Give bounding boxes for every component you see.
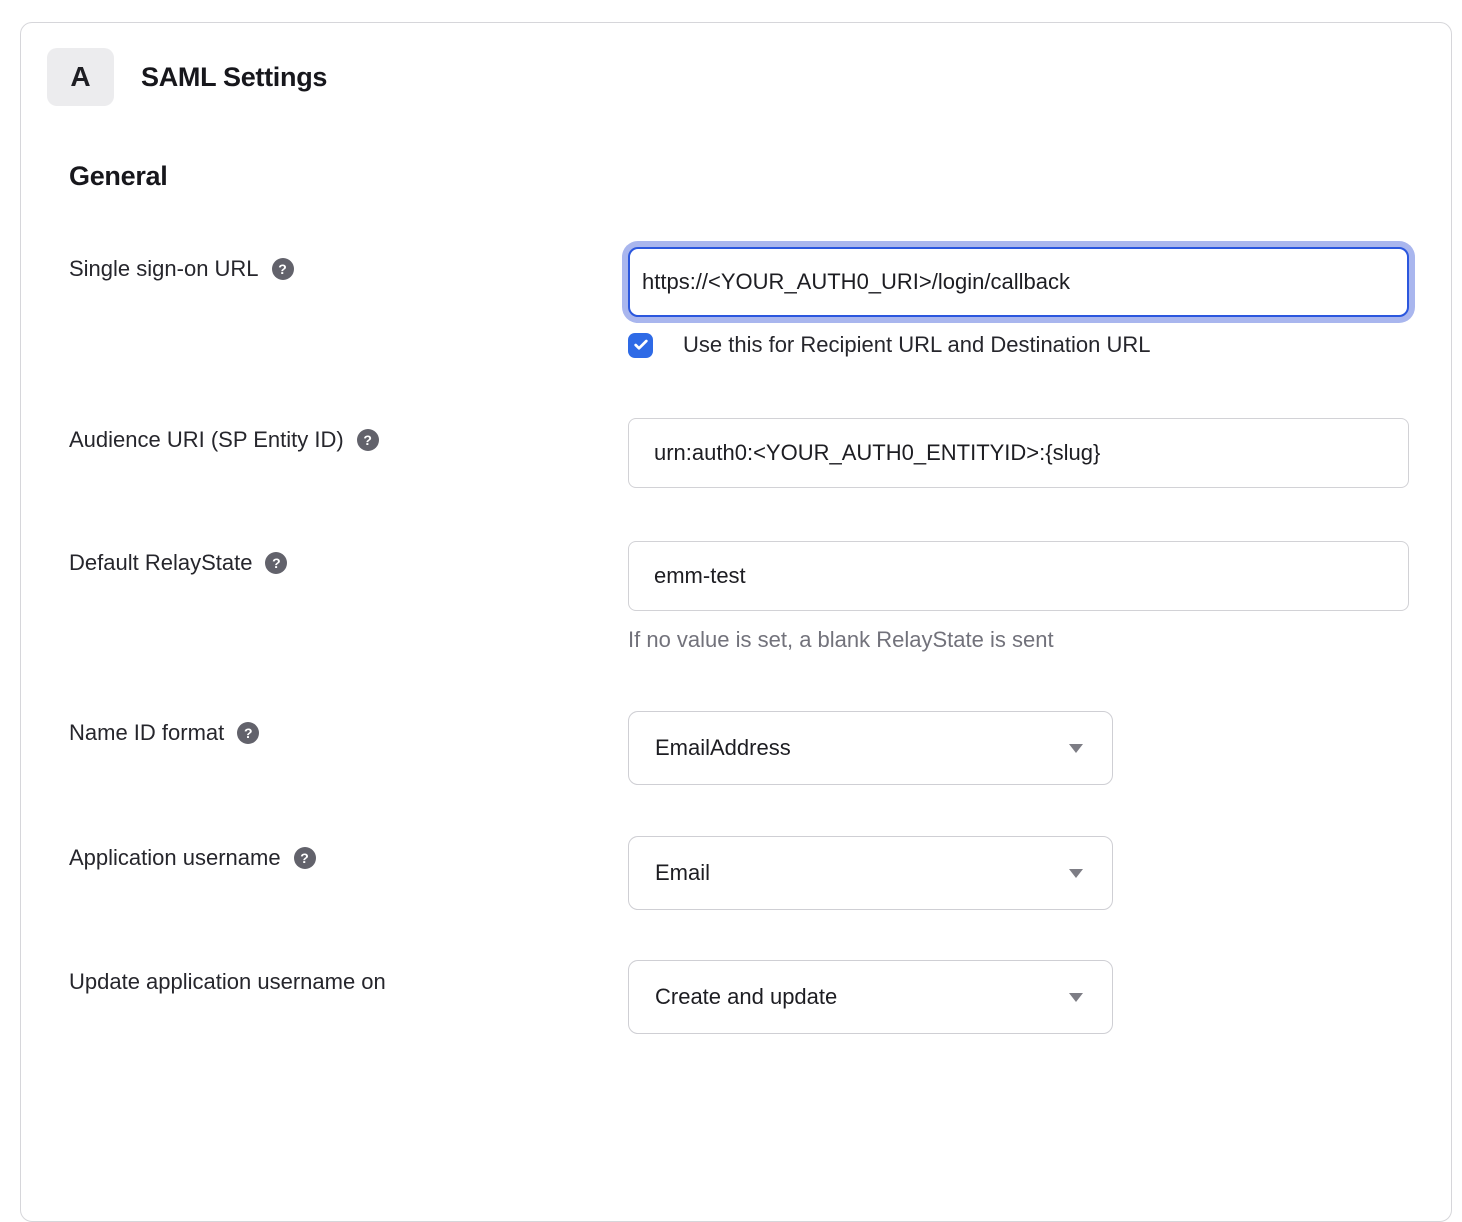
name-id-format-select[interactable]: EmailAddress	[628, 711, 1113, 785]
form-row-app-username: Application username ? Email	[69, 836, 1451, 910]
relay-state-help-icon[interactable]: ?	[265, 552, 287, 574]
sso-url-label-group: Single sign-on URL ?	[69, 247, 628, 359]
app-username-selected-value: Email	[655, 860, 710, 886]
form-row-sso-url: Single sign-on URL ? Use this for Recipi…	[69, 247, 1451, 359]
checkmark-icon	[633, 337, 649, 353]
name-id-format-help-icon[interactable]: ?	[237, 722, 259, 744]
update-app-username-label: Update application username on	[69, 968, 386, 996]
recipient-url-checkbox[interactable]	[628, 333, 653, 358]
sso-url-control: Use this for Recipient URL and Destinati…	[628, 247, 1415, 359]
step-badge: A	[47, 48, 114, 106]
name-id-format-selected-value: EmailAddress	[655, 735, 791, 761]
sso-url-input[interactable]	[628, 247, 1409, 317]
name-id-format-control: EmailAddress	[628, 711, 1415, 785]
relay-state-helper-text: If no value is set, a blank RelayState i…	[628, 626, 1415, 654]
chevron-down-icon	[1069, 993, 1083, 1002]
update-app-username-control: Create and update	[628, 960, 1415, 1034]
relay-state-input[interactable]	[628, 541, 1409, 611]
section-title-general: General	[69, 161, 1451, 192]
saml-settings-card: A SAML Settings General Single sign-on U…	[20, 22, 1452, 1222]
app-username-label-group: Application username ?	[69, 836, 628, 910]
app-username-control: Email	[628, 836, 1415, 910]
recipient-url-checkbox-row: Use this for Recipient URL and Destinati…	[628, 331, 1415, 359]
form-row-relay-state: Default RelayState ? If no value is set,…	[69, 541, 1451, 654]
chevron-down-icon	[1069, 744, 1083, 753]
name-id-format-label: Name ID format	[69, 719, 224, 747]
relay-state-control: If no value is set, a blank RelayState i…	[628, 541, 1415, 654]
update-app-username-label-group: Update application username on	[69, 960, 628, 1034]
form-row-audience-uri: Audience URI (SP Entity ID) ?	[69, 418, 1451, 488]
page-title: SAML Settings	[141, 62, 327, 93]
app-username-label: Application username	[69, 844, 281, 872]
form-row-update-app-username: Update application username on Create an…	[69, 960, 1451, 1034]
audience-uri-control	[628, 418, 1415, 488]
relay-state-label-group: Default RelayState ?	[69, 541, 628, 654]
chevron-down-icon	[1069, 869, 1083, 878]
update-app-username-select[interactable]: Create and update	[628, 960, 1113, 1034]
sso-url-label: Single sign-on URL	[69, 255, 259, 283]
app-username-select[interactable]: Email	[628, 836, 1113, 910]
audience-uri-label: Audience URI (SP Entity ID)	[69, 426, 344, 454]
audience-uri-label-group: Audience URI (SP Entity ID) ?	[69, 418, 628, 488]
recipient-url-checkbox-label: Use this for Recipient URL and Destinati…	[683, 331, 1151, 359]
sso-url-help-icon[interactable]: ?	[272, 258, 294, 280]
form-row-name-id-format: Name ID format ? EmailAddress	[69, 711, 1451, 785]
card-header: A SAML Settings	[21, 23, 1451, 106]
app-username-help-icon[interactable]: ?	[294, 847, 316, 869]
audience-uri-help-icon[interactable]: ?	[357, 429, 379, 451]
audience-uri-input[interactable]	[628, 418, 1409, 488]
relay-state-label: Default RelayState	[69, 549, 252, 577]
name-id-format-label-group: Name ID format ?	[69, 711, 628, 785]
update-app-username-selected-value: Create and update	[655, 984, 837, 1010]
